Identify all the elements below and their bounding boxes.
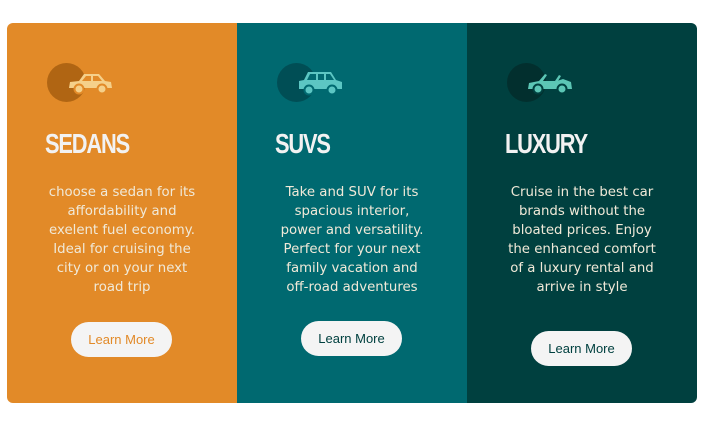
card-sedans: Sedans choose a sedan for its affordabil… [7,23,237,403]
card-title: Sedans [45,128,130,159]
luxury-card-icon [507,63,579,103]
sedan-car-icon [69,74,112,95]
learn-more-button[interactable]: Learn More [301,321,402,356]
sedan-card-icon [47,63,119,103]
card-description: Take and SUV for its spacious interior, … [280,185,424,296]
learn-more-button[interactable]: Learn More [531,331,632,366]
learn-more-button[interactable]: Learn More [71,322,172,357]
card-suvs: SUVs Take and SUV for its spacious inter… [237,23,467,403]
card-description: choose a sedan for its affordability and… [48,185,196,296]
suv-card-icon [277,63,349,103]
card-luxury: Luxury Cruise in the best car brands wit… [467,23,697,403]
convertible-car-icon [528,74,572,95]
card-description: Cruise in the best car brands without th… [508,185,656,296]
card-title: Luxury [505,128,588,159]
card-title: SUVs [275,128,331,159]
car-categories: Sedans choose a sedan for its affordabil… [7,23,697,403]
suv-icon [299,72,342,96]
